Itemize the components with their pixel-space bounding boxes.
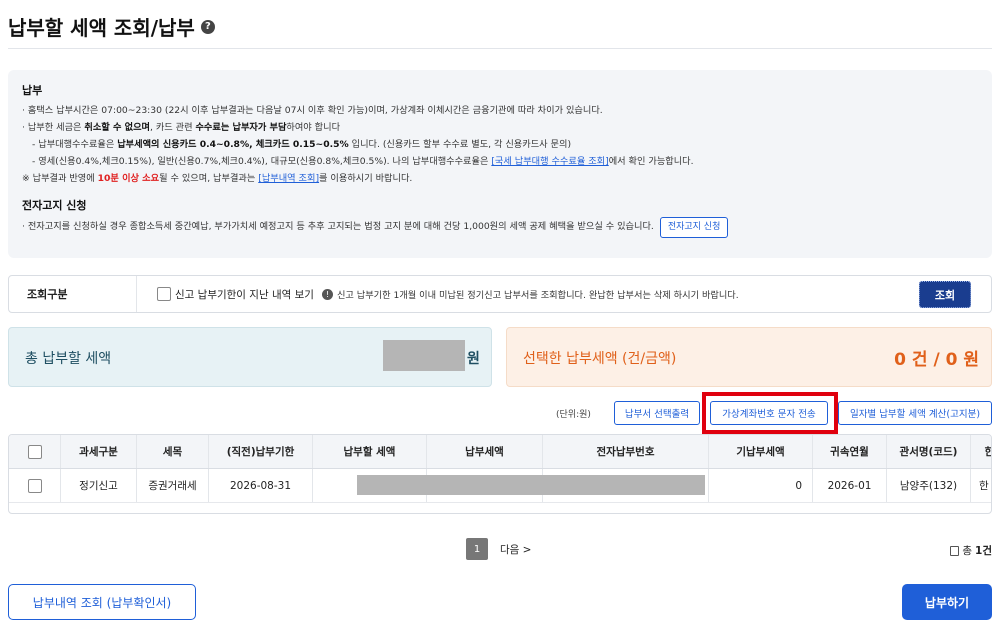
info-text: , 카드 관련 bbox=[149, 122, 196, 133]
payment-heading: 납부 bbox=[22, 84, 43, 97]
fee-rate-lookup-link[interactable]: [국세 납부대행 수수료율 조회] bbox=[491, 156, 608, 167]
table-header-row: 과세구분 세목 (직전)납부기한 납부할 세액 납부세액 전자납부번호 기납부세… bbox=[9, 435, 991, 469]
info-text-warning: 10분 이상 소요 bbox=[97, 173, 160, 184]
overdue-checkbox-label: 신고 납부기한이 지난 내역 보기 bbox=[175, 288, 314, 301]
title-divider bbox=[8, 48, 992, 49]
next-page-link[interactable]: 다음 > bbox=[500, 542, 531, 557]
table-cell: 남양주(132) bbox=[887, 469, 971, 502]
search-notice: ! 신고 납부기한 1개월 이내 미납된 정기신고 납부서를 조회합니다. 완납… bbox=[321, 287, 739, 301]
table-header: 기납부세액 bbox=[709, 435, 813, 468]
selected-tax-label: 선택한 납부세액 (건/금액) bbox=[523, 351, 677, 367]
page-number-current[interactable]: 1 bbox=[466, 538, 488, 560]
info-line-e-notice: · 전자고지를 신청하실 경우 종합소득세 중간예납, 부가가치세 예정고지 등… bbox=[22, 217, 978, 238]
info-line-fee-rate: - 납부대행수수료율은 납부세액의 신용카드 0.4~0.8%, 체크카드 0.… bbox=[22, 136, 978, 153]
selected-tax-panel: 선택한 납부세액 (건/금액) 0 건 / 0 원 bbox=[506, 327, 992, 387]
row-checkbox[interactable] bbox=[27, 478, 42, 493]
table-cell: 증권거래세 bbox=[137, 469, 209, 502]
info-text: 에서 확인 가능합니다. bbox=[608, 156, 694, 167]
table-cell: 2026-01 bbox=[813, 469, 887, 502]
overdue-checkbox[interactable] bbox=[157, 287, 171, 301]
table-header: 과세구분 bbox=[61, 435, 137, 468]
header-select-cell bbox=[9, 435, 61, 468]
total-count: 총 1건 bbox=[950, 543, 992, 558]
tax-table: 과세구분 세목 (직전)납부기한 납부할 세액 납부세액 전자납부번호 기납부세… bbox=[8, 434, 992, 514]
page-title: 납부할 세액 조회/납부 ? bbox=[8, 12, 215, 41]
total-tax-value-masked bbox=[383, 340, 465, 371]
total-tax-label: 총 납부할 세액 bbox=[25, 351, 112, 367]
selected-tax-value: 0 건 / 0 원 bbox=[894, 350, 979, 370]
page-title-text: 납부할 세액 조회/납부 bbox=[8, 16, 195, 40]
info-text-bold: 취소할 수 없으며 bbox=[84, 122, 150, 133]
table-header: 납부세액 bbox=[427, 435, 543, 468]
info-text: ※ 납부결과 반영에 bbox=[22, 173, 98, 184]
daily-tax-calc-button[interactable]: 일자별 납부할 세액 계산(고지분) bbox=[838, 401, 992, 425]
overdue-filter[interactable]: 신고 납부기한이 지난 내역 보기 bbox=[157, 287, 314, 302]
e-notice-heading: 전자고지 신청 bbox=[22, 199, 87, 212]
table-header: (직전)납부기한 bbox=[209, 435, 313, 468]
info-text: · 납부한 세금은 bbox=[22, 122, 85, 133]
unit-note: (단위:원) bbox=[556, 410, 591, 420]
search-row: 조회구분 신고 납부기한이 지난 내역 보기 ! 신고 납부기한 1개월 이내 … bbox=[8, 275, 992, 313]
e-notice-apply-button[interactable]: 전자고지 신청 bbox=[659, 217, 729, 238]
print-selected-button[interactable]: 납부서 선택출력 bbox=[614, 401, 700, 425]
payment-history-button[interactable]: 납부내역 조회 (납부확인서) bbox=[8, 584, 196, 620]
table-header: 납부할 세액 bbox=[313, 435, 427, 468]
info-line-hours: · 홈택스 납부시간은 07:00~23:30 (22시 이후 납부결과는 다음… bbox=[22, 105, 603, 116]
search-notice-text: 신고 납부기한 1개월 이내 미납된 정기신고 납부서를 조회합니다. 완납한 … bbox=[336, 290, 739, 301]
info-line-refund: · 납부한 세금은 취소할 수 없으며, 카드 관련 수수료는 납부자가 부담하… bbox=[22, 119, 978, 136]
info-icon: ! bbox=[321, 288, 333, 300]
table-header: 세목 bbox=[137, 435, 209, 468]
table-header: 전자납부번호 bbox=[543, 435, 709, 468]
count-prefix: 총 bbox=[962, 545, 973, 557]
total-tax-unit: 원 bbox=[467, 351, 480, 367]
table-cell: 한 bbox=[971, 469, 991, 502]
info-line-fee-detail: - 영세(신용0.4%,체크0.15%), 일반(신용0.7%,체크0.4%),… bbox=[22, 153, 978, 170]
info-text: · 전자고지를 신청하실 경우 종합소득세 중간예납, 부가가치세 예정고지 등… bbox=[22, 221, 654, 232]
search-button[interactable]: 조회 bbox=[919, 281, 971, 308]
pagination: 1 다음 > bbox=[466, 538, 531, 560]
table-cell: 0 bbox=[709, 469, 813, 502]
info-line-delay: ※ 납부결과 반영에 10분 이상 소요될 수 있으며, 납부결과는 [납부내역… bbox=[22, 170, 978, 187]
pay-button[interactable]: 납부하기 bbox=[902, 584, 992, 620]
info-text: 될 수 있으며, 납부결과는 bbox=[159, 173, 259, 184]
search-label: 조회구분 bbox=[9, 276, 137, 312]
total-tax-panel: 총 납부할 세액 원 bbox=[8, 327, 492, 387]
help-icon[interactable]: ? bbox=[200, 19, 215, 34]
info-text-bold: 수수료는 납부자가 부담 bbox=[195, 122, 287, 133]
info-text-bold: 납부세액의 신용카드 0.4~0.8%, 체크카드 0.15~0.5% bbox=[117, 139, 349, 150]
table-cell: 정기신고 bbox=[61, 469, 137, 502]
info-text: 입니다. (신용카드 할부 수수료 별도, 각 신용카드사 문의) bbox=[348, 139, 572, 150]
info-text: 하여야 합니다 bbox=[286, 122, 341, 133]
sms-account-button[interactable]: 가상계좌번호 문자 전송 bbox=[710, 401, 828, 425]
table-cell: 2026-08-31 bbox=[209, 469, 313, 502]
info-text: - 납부대행수수료율은 bbox=[32, 139, 118, 150]
count-value: 1건 bbox=[975, 545, 992, 557]
table-header: 관서명(코드) bbox=[887, 435, 971, 468]
document-icon bbox=[950, 545, 960, 556]
table-header: 한 bbox=[971, 435, 991, 468]
info-text: 를 이용하시기 바랍니다. bbox=[319, 173, 413, 184]
row-select-cell bbox=[9, 469, 61, 502]
payment-history-link[interactable]: [납부내역 조회] bbox=[258, 173, 319, 184]
table-header: 귀속연월 bbox=[813, 435, 887, 468]
select-all-checkbox[interactable] bbox=[27, 444, 42, 459]
masked-values bbox=[357, 475, 705, 495]
info-text: - 영세(신용0.4%,체크0.15%), 일반(신용0.7%,체크0.4%),… bbox=[32, 156, 492, 167]
info-panel: 납부 · 홈택스 납부시간은 07:00~23:30 (22시 이후 납부결과는… bbox=[8, 70, 992, 258]
